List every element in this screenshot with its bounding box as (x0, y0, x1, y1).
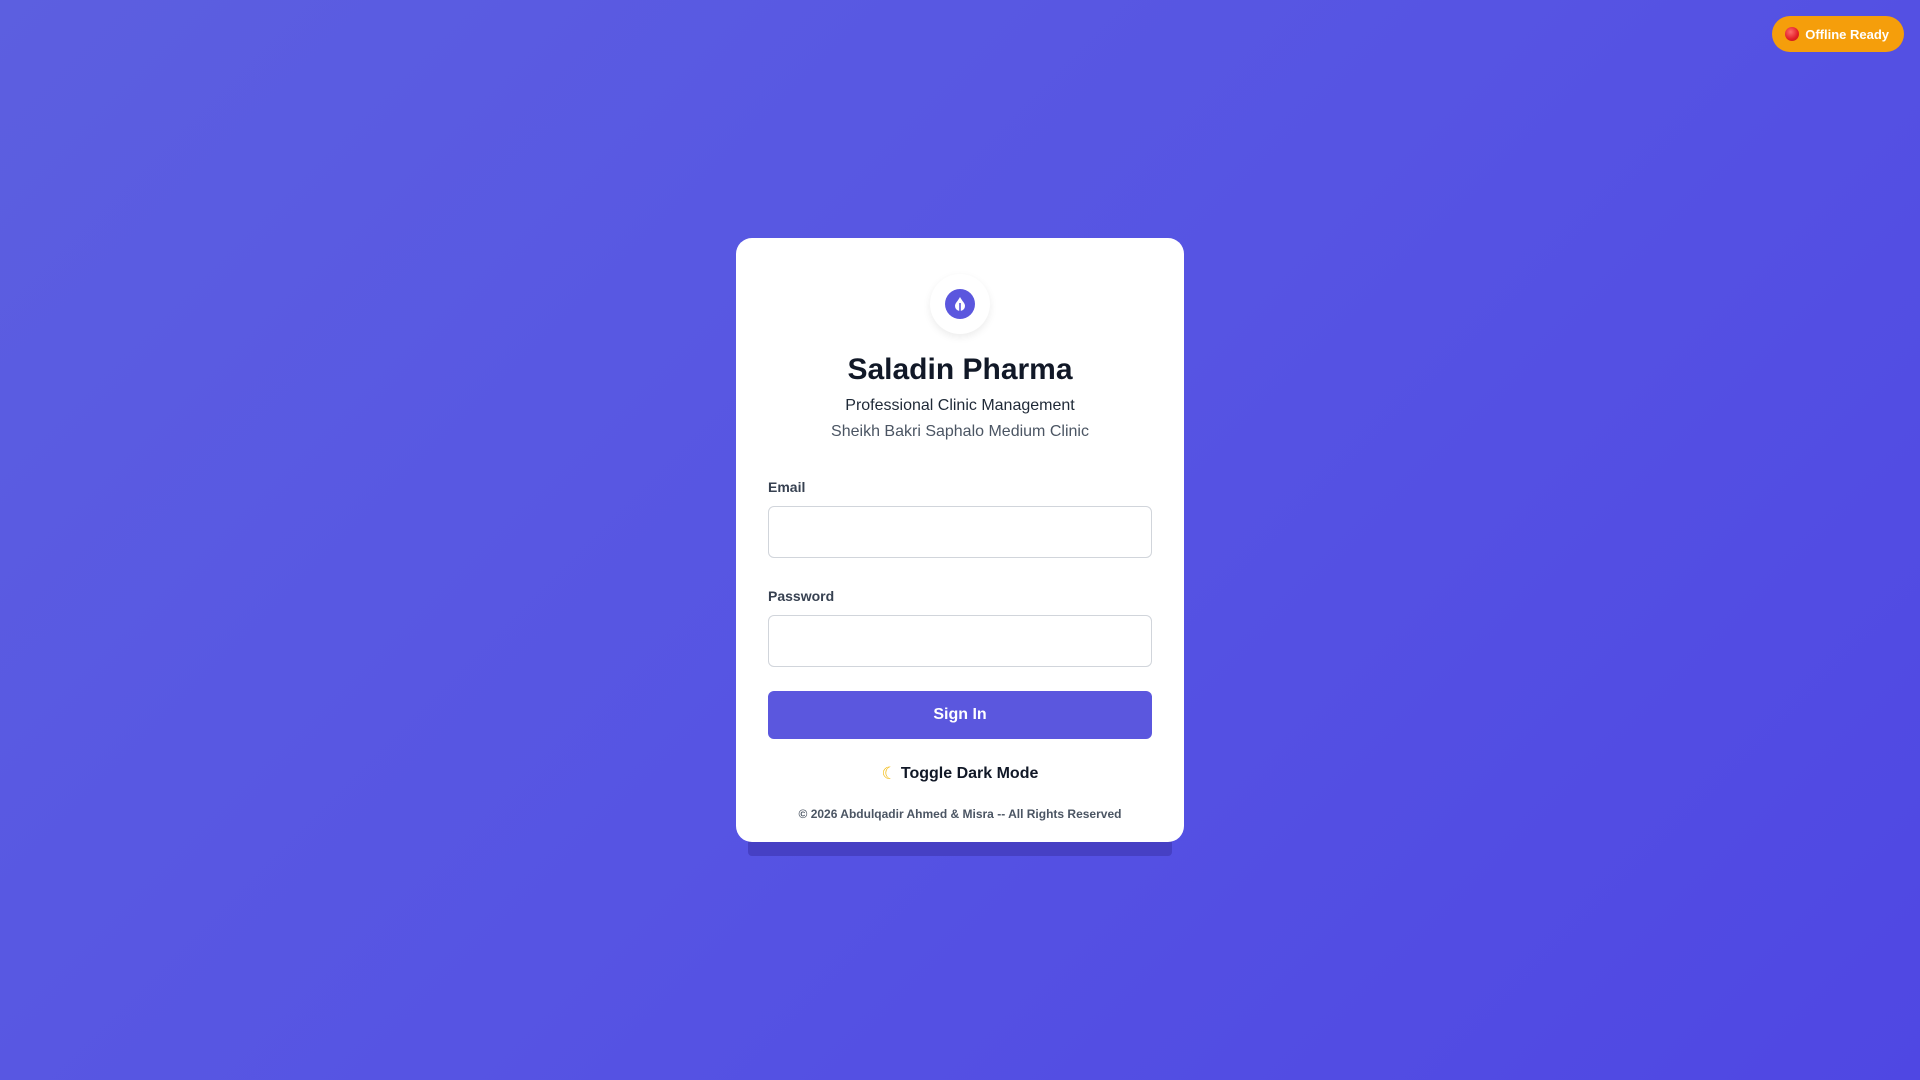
offline-ready-badge: Offline Ready (1772, 16, 1904, 52)
toggle-dark-mode-label: Toggle Dark Mode (900, 765, 1039, 782)
email-field[interactable] (768, 506, 1152, 558)
app-subtitle: Professional Clinic Management (845, 397, 1075, 414)
app-title: Saladin Pharma (847, 353, 1073, 386)
offline-ready-label: Offline Ready (1805, 26, 1889, 42)
copyright-footer: © 2026 Abdulqadir Ahmed & Misra -- All R… (798, 807, 1122, 821)
toggle-dark-mode-button[interactable]: ☾ Toggle Dark Mode (876, 763, 1045, 785)
password-label: Password (768, 588, 835, 604)
status-dot-icon (1785, 27, 1800, 41)
drop-icon (945, 289, 975, 319)
email-label: Email (768, 479, 806, 495)
sign-in-button[interactable]: Sign In (768, 691, 1152, 739)
moon-icon: ☾ (881, 764, 897, 783)
clinic-name: Sheikh Bakri Saphalo Medium Clinic (831, 423, 1089, 440)
password-field[interactable] (768, 615, 1152, 667)
login-card: Saladin Pharma Professional Clinic Manag… (736, 238, 1184, 842)
logo (930, 274, 990, 334)
